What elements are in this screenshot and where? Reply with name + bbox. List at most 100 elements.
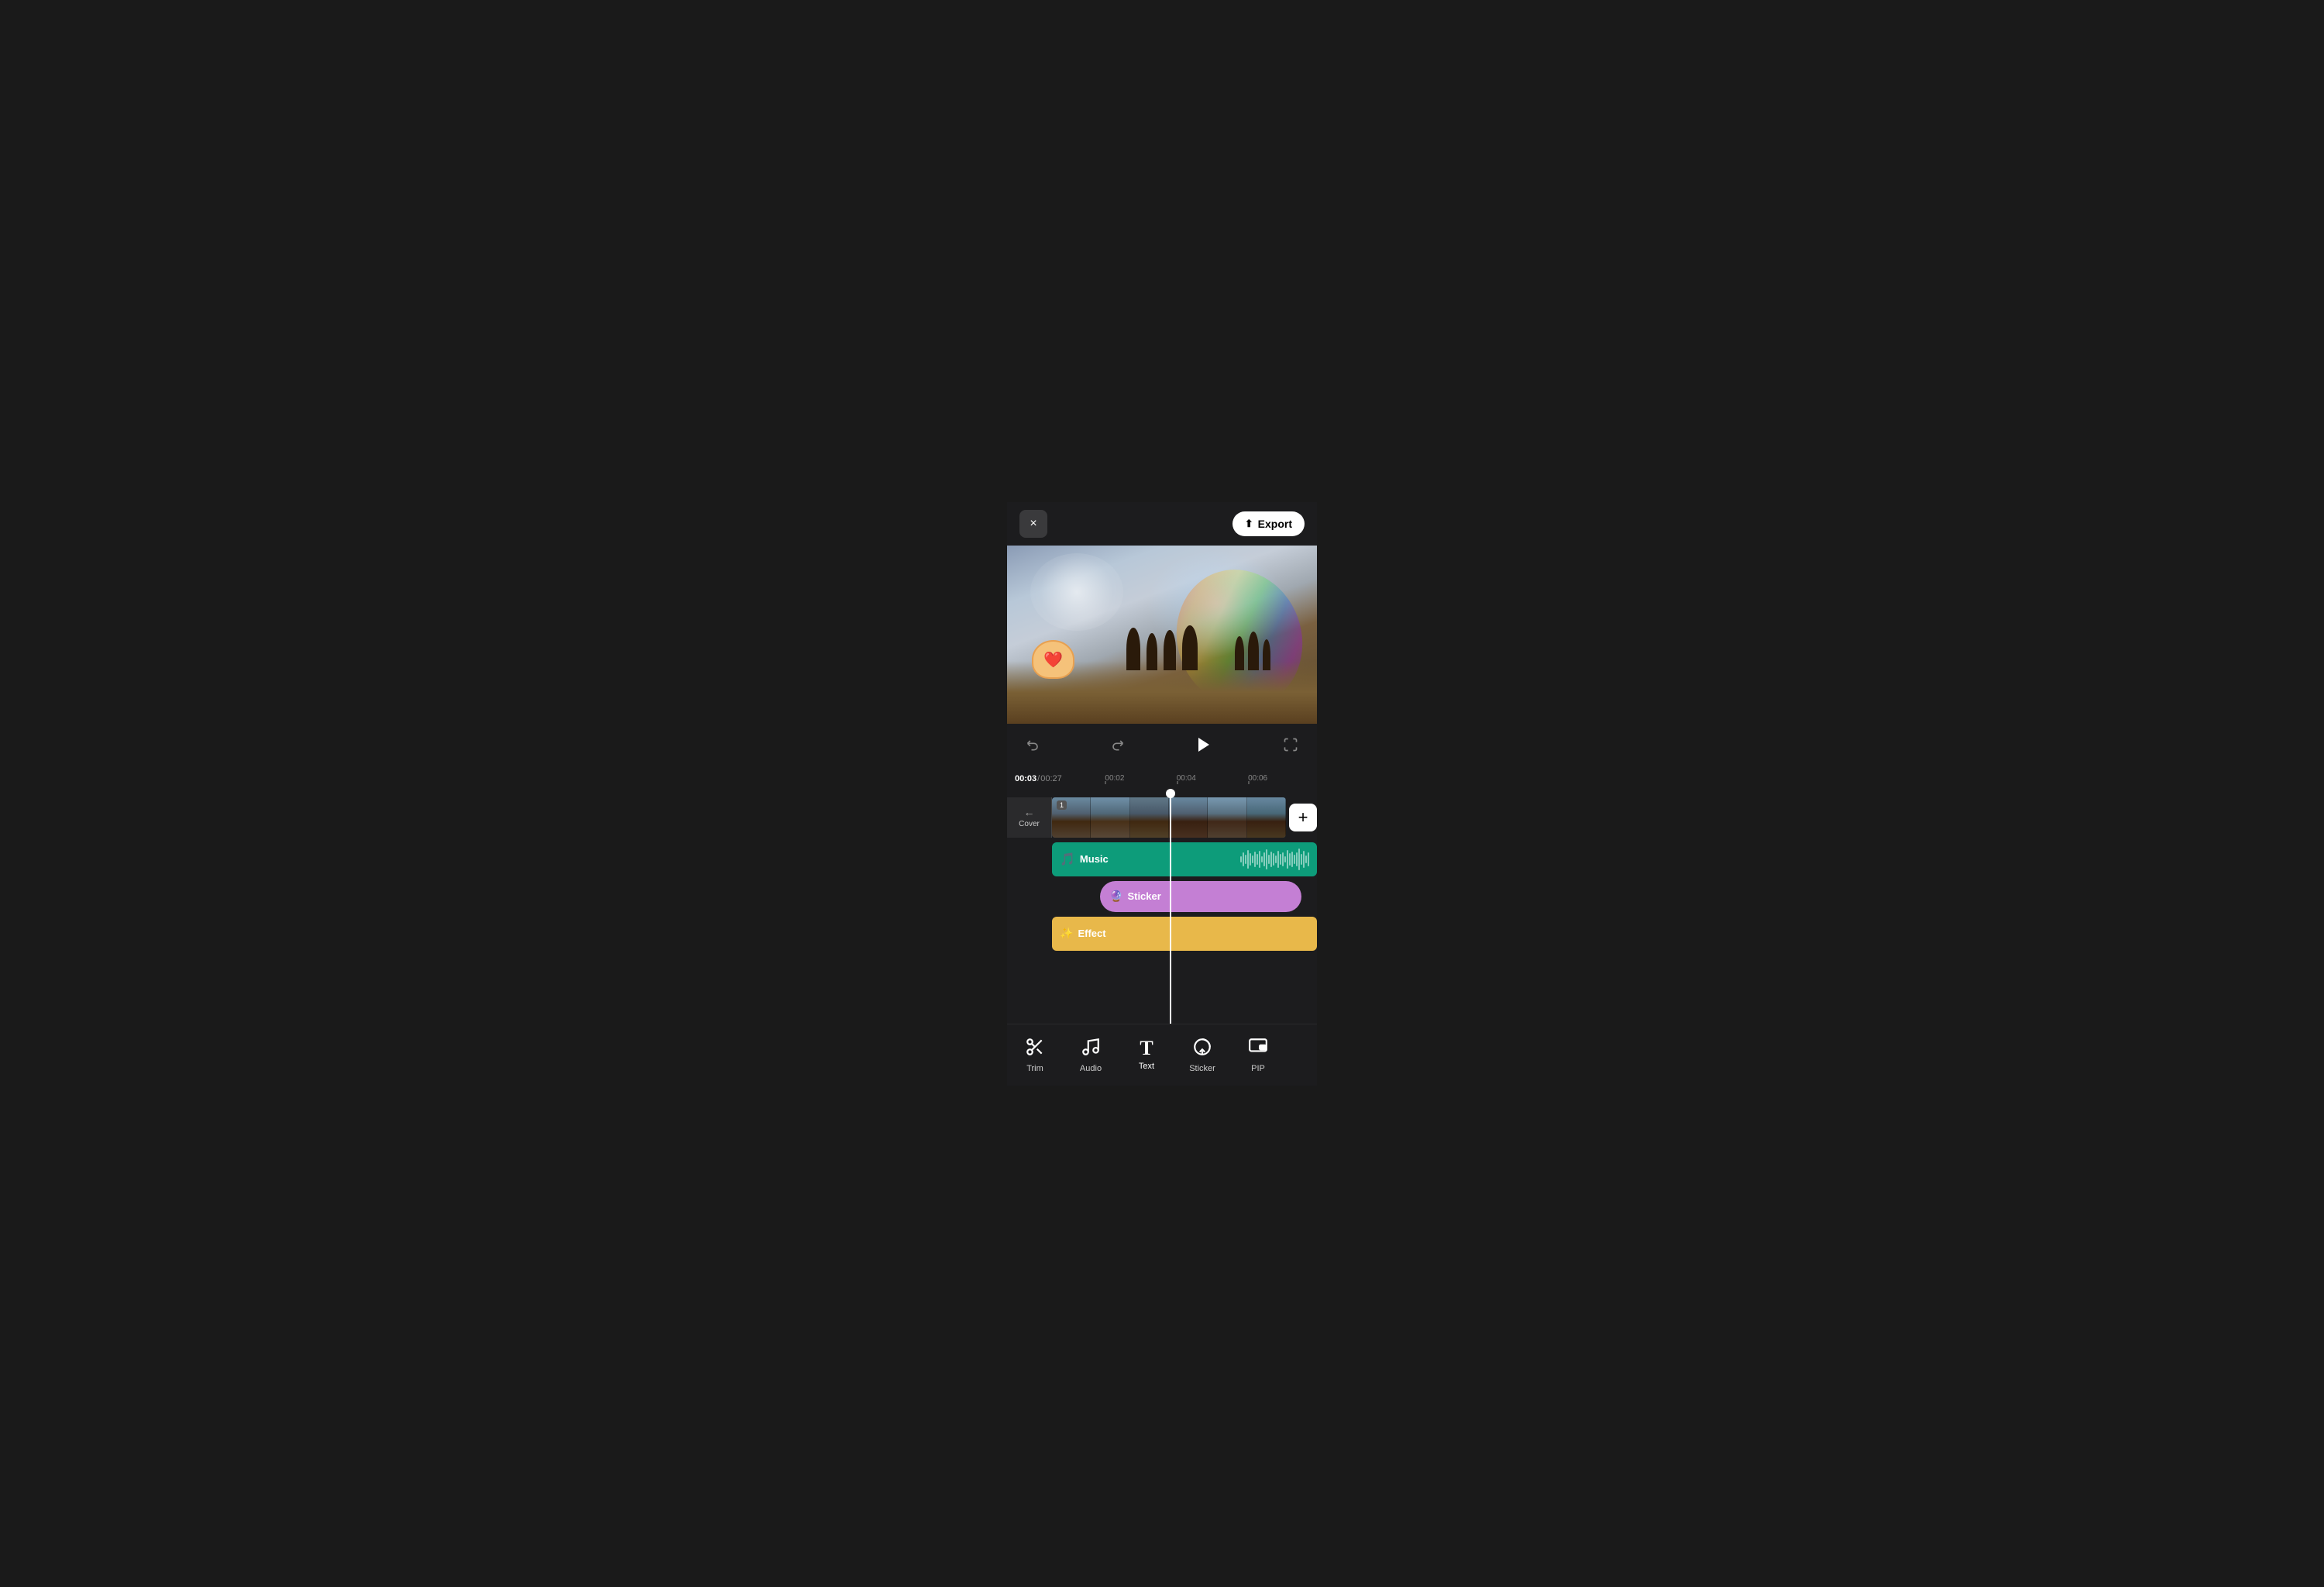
wave-bar-10 (1261, 856, 1263, 862)
wave-bar-9 (1259, 851, 1260, 868)
tick-dot-3 (1248, 781, 1250, 784)
time-marker-1: 00:02 (1105, 774, 1124, 783)
pip-tool[interactable]: PIP (1230, 1024, 1286, 1086)
audio-label: Audio (1080, 1064, 1102, 1073)
wave-bar-28 (1303, 851, 1305, 868)
wave-bar-11 (1263, 852, 1265, 866)
wave-bar-7 (1254, 852, 1256, 867)
person-right-1 (1235, 636, 1244, 670)
wave-bar-27 (1301, 854, 1302, 865)
text-tool[interactable]: T Text (1119, 1024, 1174, 1086)
sticker-track-label: Sticker (1127, 890, 1160, 902)
wave-bar-30 (1308, 852, 1309, 866)
top-bar: × ⬆ Export (1007, 502, 1317, 546)
text-icon: T (1140, 1038, 1153, 1059)
effect-track-label: Effect (1078, 928, 1105, 939)
person-4 (1182, 625, 1198, 670)
tick-dot-1 (1105, 781, 1106, 784)
frame-6 (1247, 797, 1286, 838)
video-background: ❤️ (1007, 546, 1317, 724)
current-time-display: 00:03 (1015, 774, 1037, 783)
export-label: Export (1258, 518, 1292, 530)
cover-label: Cover (1019, 820, 1040, 828)
wave-bar-26 (1298, 849, 1300, 870)
cover-thumbnail[interactable]: ← Cover (1007, 797, 1052, 838)
timeline-empty-space (1007, 955, 1317, 1017)
effect-track[interactable]: ✨ Effect (1052, 917, 1317, 951)
video-track-number: 1 (1057, 800, 1067, 810)
people-right-group (1235, 632, 1270, 670)
person-3 (1164, 630, 1176, 670)
close-button[interactable]: × (1019, 510, 1047, 538)
wave-bar-16 (1275, 855, 1277, 863)
effect-track-icon: ✨ (1060, 927, 1073, 940)
wave-bar-8 (1257, 854, 1258, 865)
frame-5 (1208, 797, 1246, 838)
trim-label: Trim (1026, 1064, 1043, 1073)
wave-bar-21 (1287, 850, 1288, 869)
timeline-area: ← Cover 1 + (1007, 791, 1317, 1024)
audio-tool[interactable]: Audio (1063, 1024, 1119, 1086)
frame-2 (1091, 797, 1129, 838)
sticker-heart: ❤️ (1032, 640, 1074, 679)
wave-bar-29 (1305, 855, 1307, 863)
play-button[interactable] (1187, 728, 1221, 762)
video-preview: ❤️ (1007, 546, 1317, 724)
timeline-ruler: 00:03 / 00:27 00:02 00:04 00:06 (1007, 766, 1317, 791)
trim-icon (1025, 1037, 1045, 1061)
wave-bar-18 (1280, 854, 1281, 865)
time-separator: / (1037, 774, 1040, 783)
frame-3 (1130, 797, 1169, 838)
wave-bar-4 (1247, 850, 1249, 869)
wave-bar-20 (1284, 856, 1286, 862)
video-frames (1052, 797, 1286, 838)
bottom-toolbar: Trim Audio T Text (1007, 1024, 1317, 1086)
person-right-3 (1263, 639, 1270, 670)
export-icon: ⬆ (1245, 518, 1253, 530)
wave-bar-13 (1268, 855, 1270, 864)
cover-back-icon: ← (1024, 806, 1035, 818)
audio-icon (1081, 1037, 1101, 1061)
wave-bar-22 (1289, 853, 1291, 866)
wave-bar-5 (1250, 853, 1251, 866)
playhead (1170, 791, 1171, 1024)
sticker-tool-label: Sticker (1189, 1064, 1215, 1073)
export-button[interactable]: ⬆ Export (1232, 511, 1305, 536)
waveform (1240, 848, 1309, 871)
wave-bar-14 (1270, 852, 1272, 867)
redo-button[interactable] (1103, 731, 1131, 759)
controls-area (1007, 724, 1317, 766)
time-marker-3: 00:06 (1248, 774, 1267, 783)
person-1 (1126, 628, 1140, 670)
wave-bar-24 (1294, 855, 1295, 864)
video-track[interactable]: 1 (1052, 797, 1286, 838)
sticker-track[interactable]: 🔮 Sticker (1100, 881, 1301, 912)
fullscreen-button[interactable] (1277, 731, 1305, 759)
pip-label: PIP (1251, 1064, 1265, 1073)
time-marker-2: 00:04 (1177, 774, 1196, 783)
undo-button[interactable] (1019, 731, 1047, 759)
wave-bar-2 (1243, 852, 1244, 866)
sticker-tool-icon (1192, 1037, 1212, 1061)
app-container: × ⬆ Export ❤️ (1007, 502, 1317, 1086)
pip-icon (1248, 1037, 1268, 1061)
add-clip-button[interactable]: + (1289, 804, 1317, 831)
wave-bar-15 (1273, 853, 1274, 866)
add-clip-icon: + (1298, 807, 1308, 828)
sticker-tool[interactable]: Sticker (1174, 1024, 1230, 1086)
music-track[interactable]: 🎵 Music (1052, 842, 1317, 876)
person-right-2 (1248, 632, 1259, 670)
video-track-row: ← Cover 1 + (1007, 797, 1317, 838)
text-label: Text (1139, 1062, 1154, 1071)
sticker-track-icon: 🔮 (1109, 890, 1122, 903)
person-2 (1147, 633, 1157, 670)
frame-4 (1169, 797, 1208, 838)
trim-tool[interactable]: Trim (1007, 1024, 1063, 1086)
playhead-head (1166, 789, 1175, 798)
timeline-wrapper: ← Cover 1 + (1007, 791, 1317, 1024)
music-icon: 🎵 (1060, 852, 1075, 867)
wave-bar-19 (1282, 852, 1284, 866)
wave-bar-23 (1291, 852, 1293, 867)
sticker-track-wrapper: 🔮 Sticker (1052, 881, 1317, 912)
people-silhouettes (1126, 625, 1198, 670)
